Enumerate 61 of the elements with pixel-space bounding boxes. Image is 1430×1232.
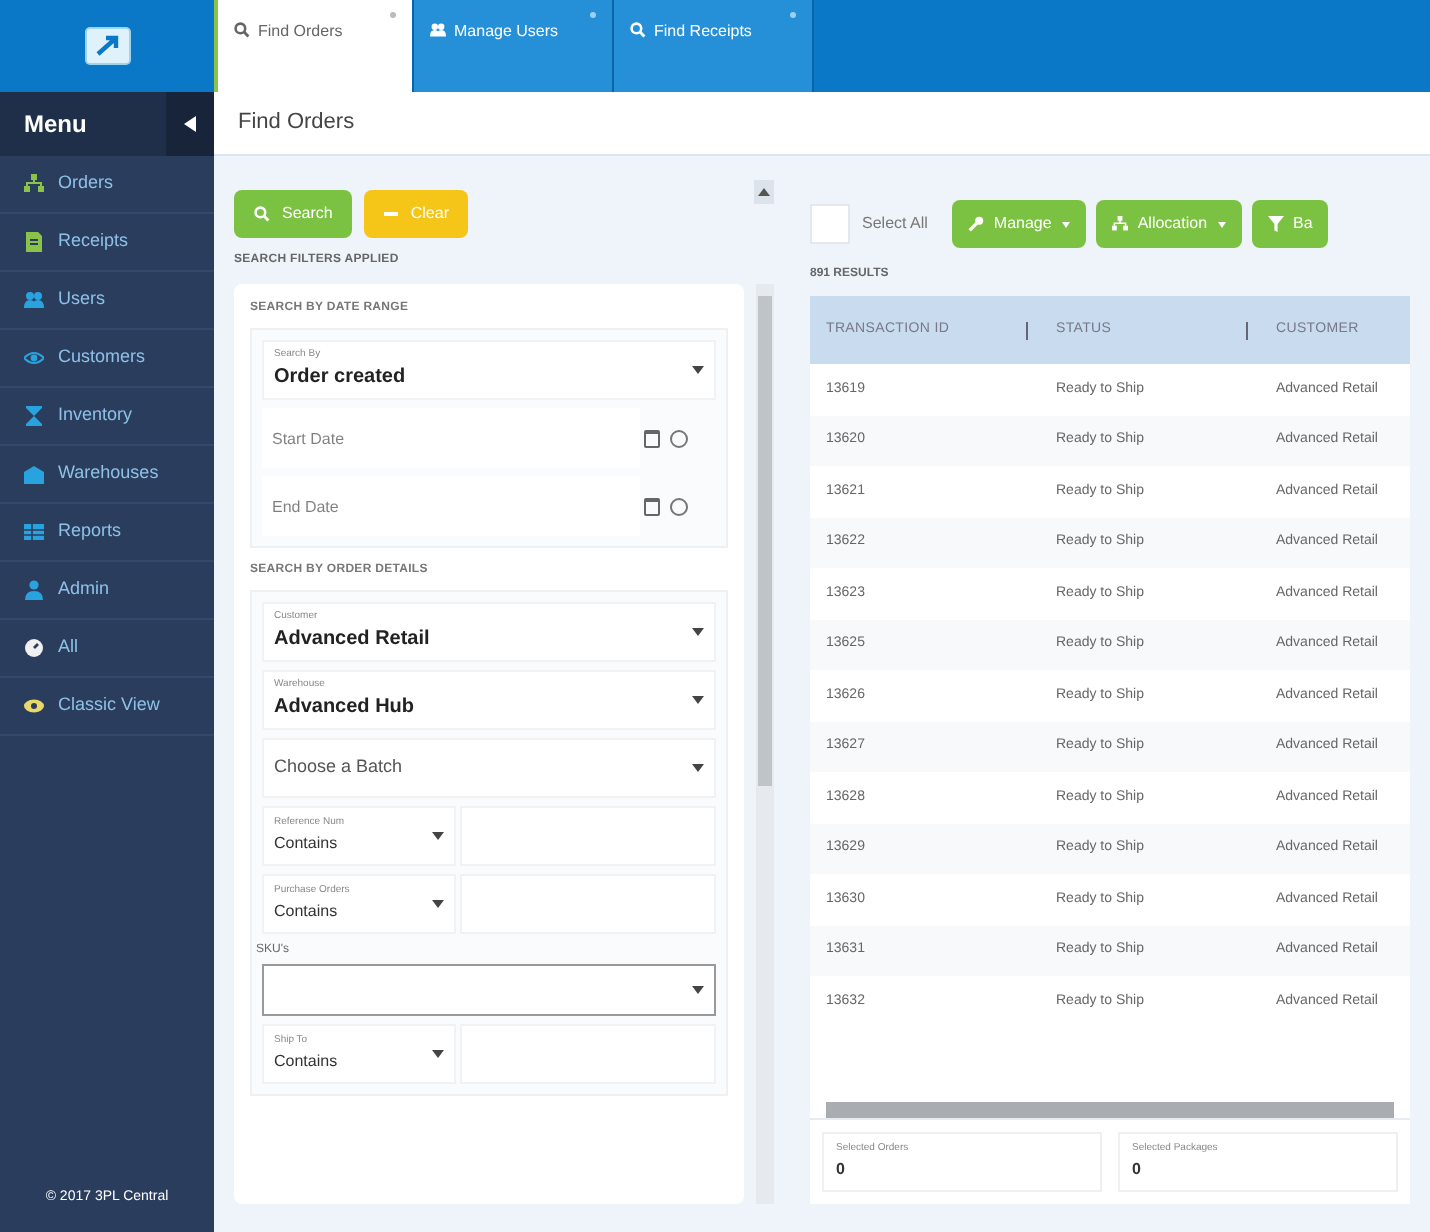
menu-item[interactable]: Orders xyxy=(0,156,214,214)
menu-item[interactable]: Inventory xyxy=(0,388,214,446)
column-divider xyxy=(1026,321,1028,339)
page-title: Find Orders xyxy=(238,108,355,139)
caret-down-icon xyxy=(692,628,704,636)
select-all-checkbox[interactable] xyxy=(810,204,850,244)
calendar-icon[interactable] xyxy=(644,497,660,515)
caret-down-icon xyxy=(1217,221,1226,227)
filter-icon xyxy=(1267,216,1284,232)
horizontal-scrollbar[interactable] xyxy=(826,1102,1394,1118)
search-icon xyxy=(234,22,250,38)
field-value: Contains xyxy=(274,899,340,924)
total-value: 0 xyxy=(836,1157,847,1182)
dropdown-field[interactable] xyxy=(262,964,716,1016)
caret-down-icon xyxy=(432,1050,444,1058)
caret-left-icon xyxy=(184,116,196,132)
caret-down-icon xyxy=(692,696,704,704)
menu-item[interactable]: Reports xyxy=(0,504,214,562)
menu-item[interactable]: All xyxy=(0,620,214,678)
logo-icon xyxy=(83,24,131,68)
total-value: 0 xyxy=(1132,1157,1143,1182)
date-input[interactable]: Start Date xyxy=(262,408,640,468)
menu-item[interactable]: Customers xyxy=(0,330,214,388)
search-icon xyxy=(254,206,270,222)
menu-title: Menu xyxy=(22,108,87,142)
scrollbar[interactable] xyxy=(756,284,774,1204)
menu-item[interactable]: Receipts xyxy=(0,214,214,272)
menu-item[interactable]: Users xyxy=(0,272,214,330)
collapse-menu-button[interactable] xyxy=(166,92,214,156)
sitemap-icon xyxy=(1111,216,1128,232)
caret-up-icon xyxy=(758,188,770,196)
batch-dropdown[interactable]: Choose a Batch xyxy=(262,738,716,798)
menu-item[interactable]: Warehouses xyxy=(0,446,214,504)
clock-icon[interactable] xyxy=(670,497,688,515)
date-input[interactable]: End Date xyxy=(262,476,640,536)
menu-item[interactable]: Admin xyxy=(0,562,214,620)
field-value: Advanced Hub xyxy=(274,694,415,723)
calendar-icon[interactable] xyxy=(644,429,660,447)
field-value: Order created xyxy=(274,364,406,393)
caret-down-icon xyxy=(692,366,704,374)
minus-icon xyxy=(384,212,399,216)
tab[interactable]: Manage Users xyxy=(414,0,614,92)
tab[interactable]: Find Receipts xyxy=(614,0,814,92)
caret-down-icon xyxy=(1061,221,1070,227)
field-value: Contains xyxy=(274,1049,338,1074)
wrench-icon xyxy=(967,216,984,232)
field-value: Advanced Retail xyxy=(274,626,430,655)
field-value: Contains xyxy=(274,831,340,856)
caret-down-icon xyxy=(692,764,704,772)
column-divider xyxy=(1246,321,1248,339)
tab[interactable]: Find Orders xyxy=(214,0,414,92)
search-icon xyxy=(630,22,646,38)
users-icon xyxy=(430,22,446,38)
caret-down-icon xyxy=(432,832,444,840)
collapse-panel-button[interactable] xyxy=(754,180,774,204)
caret-down-icon xyxy=(692,986,704,994)
caret-down-icon xyxy=(432,900,444,908)
clock-icon[interactable] xyxy=(670,429,688,447)
field-placeholder: Choose a Batch xyxy=(274,754,403,781)
select-all-label: Select All xyxy=(862,212,928,236)
menu-item[interactable]: Classic View xyxy=(0,678,214,736)
